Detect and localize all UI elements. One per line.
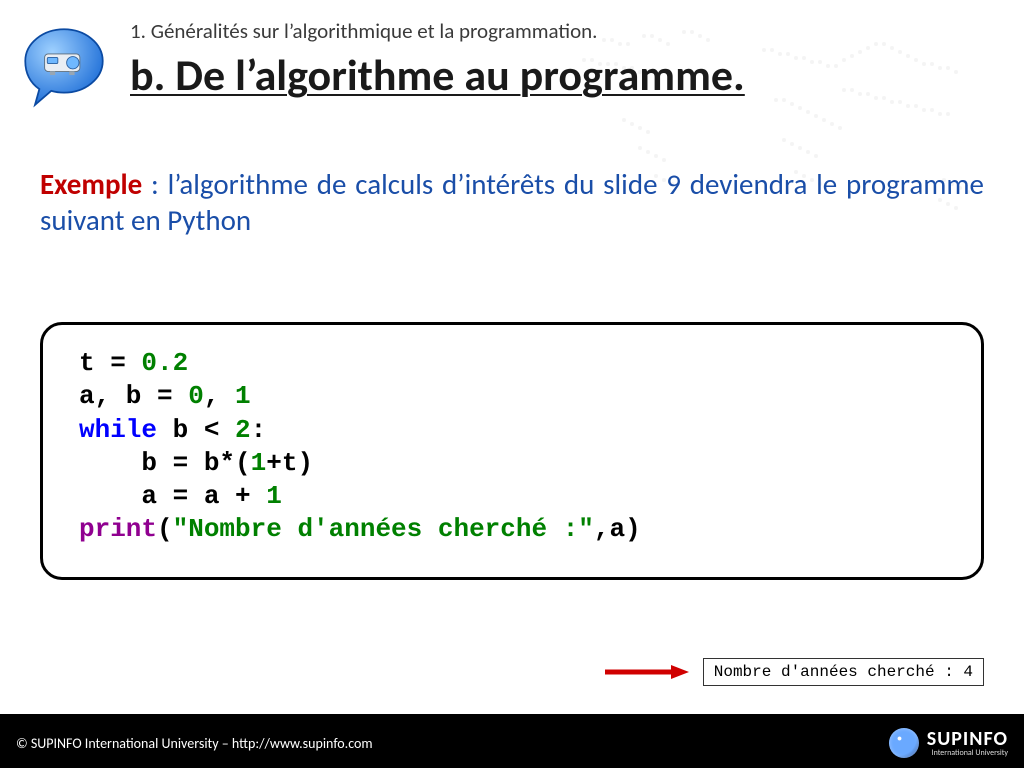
arrow-right-icon [603, 664, 689, 680]
slide: 1. Généralités sur l’algorithmique et la… [0, 0, 1024, 768]
footer-copyright: © SUPINFO International University – htt… [16, 735, 373, 752]
brand-subline: International University [927, 749, 1008, 757]
supinfo-logo: SUPINFO International University [889, 725, 1008, 761]
brand-name: SUPINFO [927, 729, 1008, 749]
globe-icon [889, 728, 919, 758]
slide-title: b. De l’algorithme au programme. [130, 48, 745, 102]
output-row: Nombre d'années cherché : 4 [603, 656, 984, 688]
example-text: : l’algorithme de calculs d’intérêts du … [40, 166, 984, 238]
example-paragraph: Exemple : l’algorithme de calculs d’inté… [40, 166, 984, 239]
breadcrumb: 1. Généralités sur l’algorithmique et la… [130, 18, 597, 44]
footer: © SUPINFO International University – htt… [0, 718, 1024, 768]
code-box: t = 0.2 a, b = 0, 1 while b < 2: b = b*(… [40, 322, 984, 580]
program-output: Nombre d'années cherché : 4 [703, 658, 984, 686]
projector-bubble-icon [20, 24, 108, 112]
example-label: Exemple [40, 166, 142, 202]
code-listing: t = 0.2 a, b = 0, 1 while b < 2: b = b*(… [79, 347, 945, 547]
